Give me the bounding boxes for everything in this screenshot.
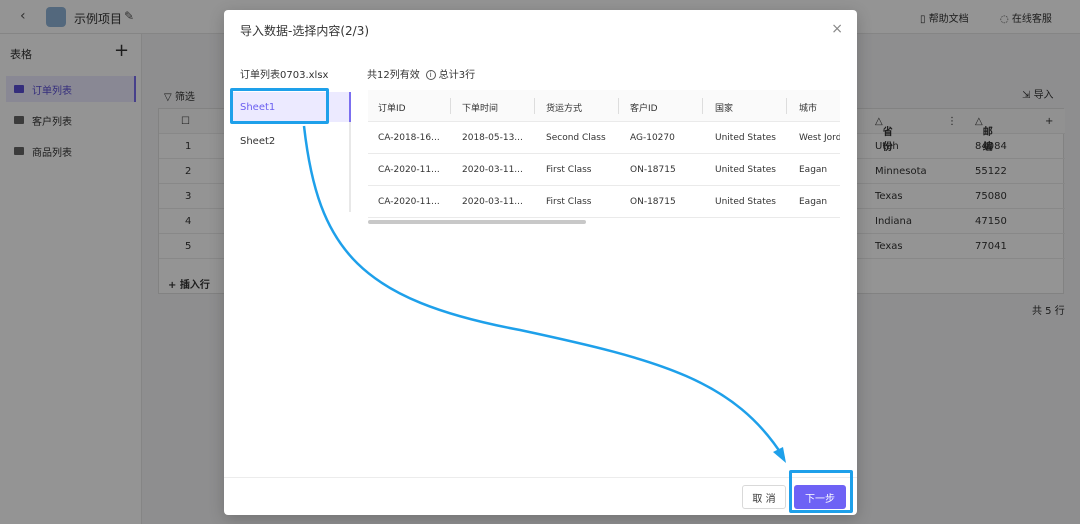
annotation-arrow (302, 125, 786, 463)
arrow-head (773, 447, 786, 463)
arrow-curve (302, 125, 786, 459)
